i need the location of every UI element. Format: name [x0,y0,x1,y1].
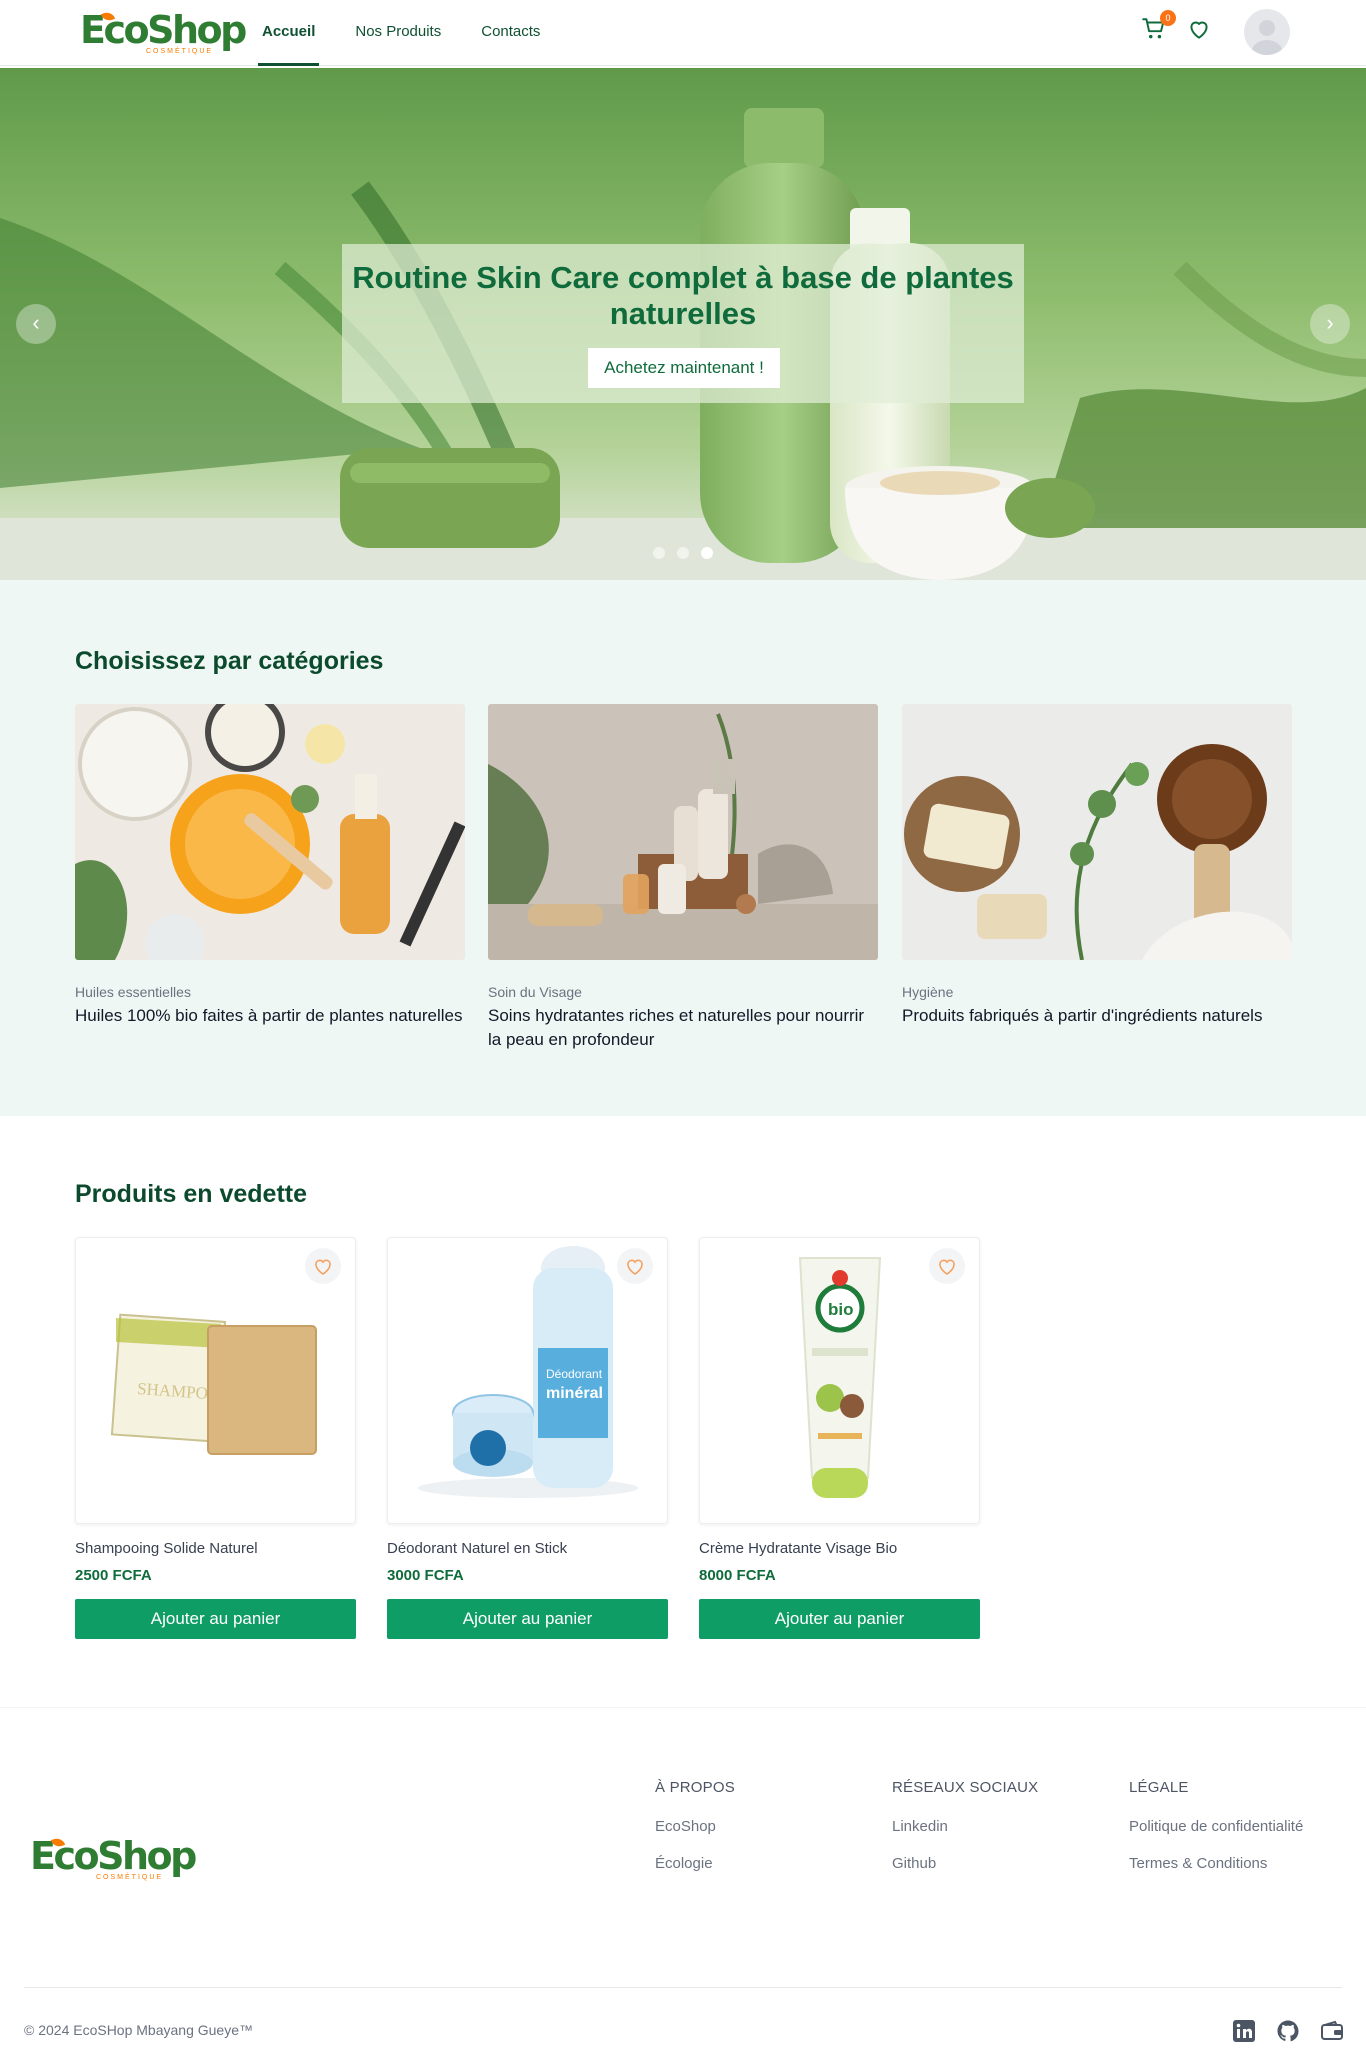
heart-icon [939,1259,955,1275]
footer-column-about: À PROPOS EcoShop Écologie [655,1779,735,1872]
product-price: 3000 FCFA [387,1567,464,1584]
categories-section: Choisissez par catégories Huiles essenti… [0,580,1366,1116]
hero-carousel: ‹ › Routine Skin Care complet à base de … [0,68,1366,580]
category-description: Produits fabriqués à partir d'ingrédient… [902,1006,1263,1025]
footer-link-linkedin[interactable]: Linkedin [892,1818,1038,1835]
product-card-shampooing: SHAMPOING Shampooing Solide Naturel 2500… [75,1237,356,1639]
brand-tagline: COSMÉTIQUE [146,48,214,55]
product-image[interactable]: SHAMPOING [75,1237,356,1524]
footer-heading: LÉGALE [1129,1779,1189,1796]
product-price: 8000 FCFA [699,1567,776,1584]
product-card-creme: bio Crème Hydratante Visage Bio 8000 FCF… [699,1237,980,1639]
main-nav: Accueil Nos Produits Contacts [258,0,576,66]
product-image[interactable]: bio [699,1237,980,1524]
hero-caption: Routine Skin Care complet à base de plan… [342,244,1024,403]
product-price: 2500 FCFA [75,1567,152,1584]
copyright-text: © 2024 EcoSHop Mbayang Gueye™ [24,2022,254,2038]
category-card-huiles[interactable]: Huiles essentielles Huiles 100% bio fait… [75,704,465,1028]
category-card-visage[interactable]: Soin du Visage Soins hydratantes riches … [488,704,878,1052]
footer-divider [24,1987,1342,1988]
footer-link-privacy[interactable]: Politique de confidentialité [1129,1818,1303,1835]
footer-column-legal: LÉGALE Politique de confidentialité Term… [1129,1779,1303,1872]
category-label: Soin du Visage [488,984,582,1000]
footer-logo[interactable]: EcoShop COSMÉTIQUE [30,1836,197,1884]
footer-link-terms[interactable]: Termes & Conditions [1129,1855,1303,1872]
footer-link-github[interactable]: Github [892,1855,1038,1872]
carousel-dot-3-active[interactable] [701,547,713,559]
brand-logo[interactable]: EcoShop COSMÉTIQUE [80,10,247,58]
footer-link-ecologie[interactable]: Écologie [655,1855,735,1872]
footer-link-ecoshop[interactable]: EcoShop [655,1818,735,1835]
carousel-dot-2[interactable] [677,547,689,559]
add-to-cart-button[interactable]: Ajouter au panier [75,1599,356,1639]
category-label: Hygiène [902,984,954,1000]
chevron-left-icon: ‹ [32,310,40,335]
heart-icon [627,1259,643,1275]
favorite-button[interactable] [305,1248,341,1284]
add-to-cart-button[interactable]: Ajouter au panier [387,1599,668,1639]
category-label: Huiles essentielles [75,984,191,1000]
category-description: Huiles 100% bio faites à partir de plant… [75,1006,463,1025]
svg-text:bio: bio [828,1300,854,1319]
chevron-right-icon: › [1326,310,1334,335]
hero-title: Routine Skin Care complet à base de plan… [352,260,1014,331]
github-icon[interactable] [1276,2019,1300,2043]
product-name: Crème Hydratante Visage Bio [699,1540,898,1557]
category-image-face-care [488,704,878,960]
favorite-button[interactable] [617,1248,653,1284]
nav-nos-produits[interactable]: Nos Produits [351,0,445,66]
wallet-icon[interactable] [1320,2019,1344,2043]
featured-title: Produits en vedette [75,1180,307,1208]
svg-text:Déodorant: Déodorant [546,1367,603,1381]
product-image[interactable]: Déodorant minéral [387,1237,668,1524]
carousel-next-button[interactable]: › [1310,304,1350,344]
footer-divider-top [0,1707,1366,1708]
category-image-oils [75,704,465,960]
category-description: Soins hydratantes riches et naturelles p… [488,1006,865,1049]
carousel-dot-1[interactable] [653,547,665,559]
footer-heading: RÉSEAUX SOCIAUX [892,1779,1039,1796]
site-header: EcoShop COSMÉTIQUE Accueil Nos Produits … [0,0,1366,66]
svg-text:minéral: minéral [546,1385,603,1402]
user-avatar-icon[interactable] [1244,9,1290,55]
add-to-cart-button[interactable]: Ajouter au panier [699,1599,980,1639]
brand-tagline: COSMÉTIQUE [96,1874,164,1881]
heart-icon [315,1259,331,1275]
cart-count-badge: 0 [1160,10,1176,26]
categories-title: Choisissez par catégories [75,647,384,675]
category-image-hygiene [902,704,1292,960]
product-card-deodorant: Déodorant minéral Déodorant Naturel en S… [387,1237,668,1639]
nav-contacts[interactable]: Contacts [477,0,544,66]
shop-now-button[interactable]: Achetez maintenant ! [588,348,780,388]
carousel-prev-button[interactable]: ‹ [16,304,56,344]
nav-accueil[interactable]: Accueil [258,0,320,66]
footer-column-social: RÉSEAUX SOCIAUX Linkedin Github [892,1779,1038,1872]
heart-icon[interactable] [1186,16,1212,42]
favorite-button[interactable] [929,1248,965,1284]
product-name: Shampooing Solide Naturel [75,1540,258,1557]
footer-heading: À PROPOS [655,1779,735,1796]
linkedin-icon[interactable] [1232,2019,1256,2043]
category-card-hygiene[interactable]: Hygiène Produits fabriqués à partir d'in… [902,704,1292,1028]
product-name: Déodorant Naturel en Stick [387,1540,568,1557]
